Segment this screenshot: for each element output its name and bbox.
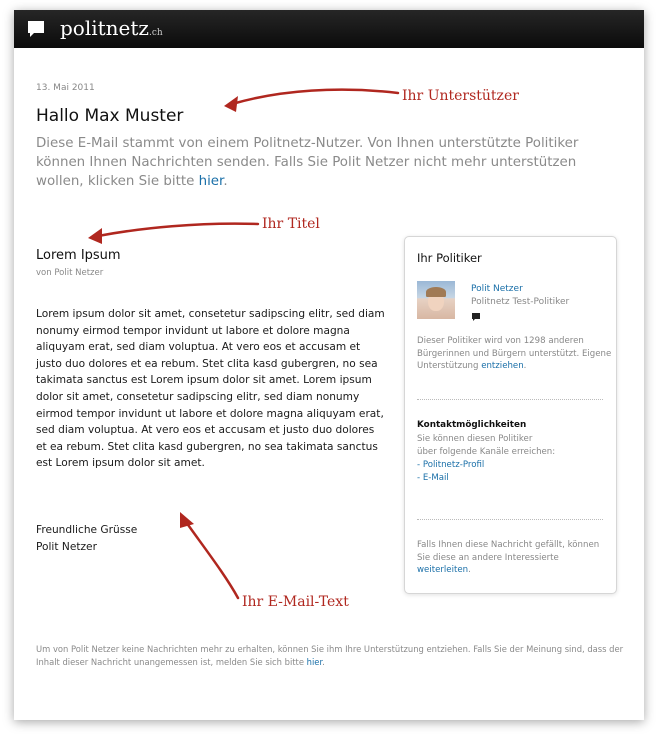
- speech-bubble-icon: [28, 21, 44, 37]
- email-page: politnetz.ch 13. Mai 2011 Hallo Max Must…: [14, 10, 644, 720]
- politician-name-link[interactable]: Polit Netzer: [471, 284, 523, 294]
- intro-text: Diese E-Mail stammt von einem Politnetz-…: [36, 136, 579, 189]
- footer-body: Um von Polit Netzer keine Nachrichten me…: [36, 644, 624, 667]
- contact-text-1: Sie können diesen Politiker: [417, 434, 533, 444]
- message-closing: Freundliche Grüsse Polit Netzer: [36, 522, 137, 555]
- forward-text: Falls Ihnen diese Nachricht gefällt, kön…: [417, 540, 600, 563]
- contact-links: - Politnetz-Profil - E-Mail: [417, 459, 484, 484]
- divider: [417, 519, 603, 520]
- speech-bubble-icon: [472, 313, 480, 321]
- intro-end: .: [223, 174, 228, 189]
- contact-info: Sie können diesen Politiker über folgend…: [417, 433, 613, 458]
- report-link[interactable]: hier: [307, 657, 322, 667]
- annotation-title: Ihr Titel: [262, 216, 320, 232]
- forward-link[interactable]: weiterleiten: [417, 565, 468, 575]
- contact-text-2: über folgende Kanäle erreichen:: [417, 446, 556, 457]
- support-end: .: [523, 361, 527, 372]
- divider: [417, 399, 603, 400]
- brand-tld: .ch: [148, 28, 163, 38]
- forward-end: .: [468, 565, 471, 576]
- footer-end: .: [322, 657, 325, 667]
- closing-signature: Polit Netzer: [36, 540, 97, 553]
- support-info: Dieser Politiker wird von 1298 anderen B…: [417, 335, 613, 373]
- brand-name: politnetz: [60, 16, 149, 40]
- closing-greeting: Freundliche Grüsse: [36, 524, 138, 536]
- footer-text: Um von Polit Netzer keine Nachrichten me…: [36, 643, 626, 669]
- unsubscribe-link[interactable]: hier: [199, 174, 224, 189]
- annotation-supporter: Ihr Unterstützer: [402, 88, 519, 104]
- politician-avatar[interactable]: [417, 281, 455, 319]
- annotation-email-text: Ihr E-Mail-Text: [242, 594, 349, 610]
- greeting-heading: Hallo Max Muster: [36, 106, 184, 126]
- politician-card: Ihr Politiker Polit Netzer Politnetz Tes…: [404, 236, 617, 594]
- brand-logo[interactable]: politnetz.ch: [60, 16, 163, 40]
- message-body: Lorem ipsum dolor sit amet, consetetur s…: [36, 308, 385, 470]
- politician-role: Politnetz Test-Politiker: [471, 297, 570, 307]
- message-title: Lorem Ipsum: [36, 248, 121, 263]
- withdraw-support-link[interactable]: entziehen: [481, 361, 523, 371]
- message-author: von Polit Netzer: [36, 268, 104, 278]
- forward-info: Falls Ihnen diese Nachricht gefällt, kön…: [417, 539, 613, 577]
- top-bar: politnetz.ch: [14, 10, 644, 48]
- email-date: 13. Mai 2011: [36, 83, 95, 93]
- intro-paragraph: Diese E-Mail stammt von einem Politnetz-…: [36, 134, 626, 191]
- avatar-hair: [426, 287, 446, 297]
- politician-card-heading: Ihr Politiker: [417, 251, 482, 265]
- politnetz-profile-link[interactable]: - Politnetz-Profil: [417, 459, 484, 472]
- email-contact-link[interactable]: - E-Mail: [417, 472, 484, 485]
- contact-heading: Kontaktmöglichkeiten: [417, 420, 527, 430]
